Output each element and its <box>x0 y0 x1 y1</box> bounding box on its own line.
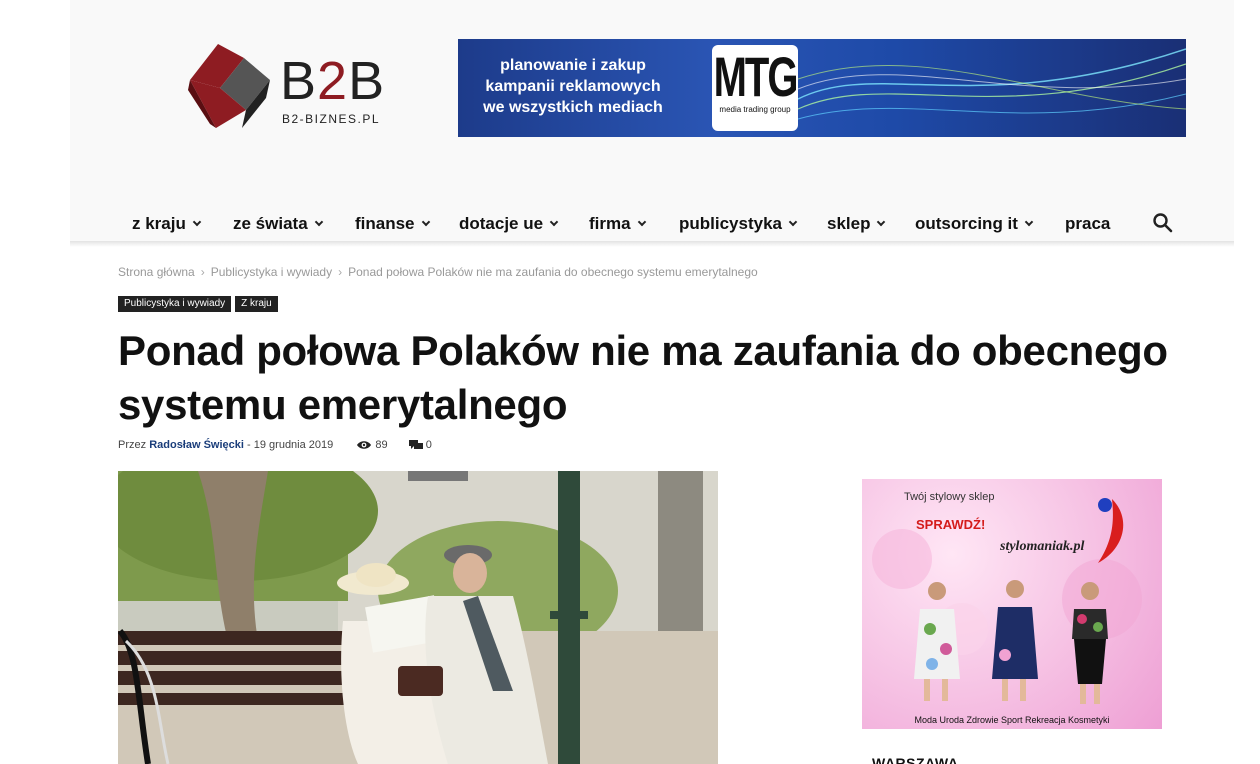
views-count: 89 <box>375 439 388 451</box>
chevron-down-icon <box>1024 217 1034 227</box>
by-label: Przez <box>118 439 147 451</box>
chevron-down-icon <box>637 217 646 227</box>
nav-item-firma[interactable]: firma <box>589 214 646 234</box>
article-title: Ponad połowa Polaków nie ma zaufania do … <box>118 327 1168 428</box>
nav-item-publicystyka[interactable]: publicystyka <box>679 214 798 234</box>
logo-subtitle: B2-BIZNES.PL <box>282 112 381 126</box>
nav-item-outsorcing-it[interactable]: outsorcing it <box>915 214 1034 234</box>
main-navigation: z kraju ze świata finanse dotacje ue fir… <box>70 204 1234 244</box>
nav-item-praca[interactable]: praca <box>1065 214 1110 234</box>
publish-date: 19 grudnia 2019 <box>253 439 334 451</box>
author-link[interactable]: Radosław Święcki <box>149 439 244 451</box>
ad-cta: SPRAWDŹ! <box>916 517 986 532</box>
breadcrumb-section-link[interactable]: Publicystyka i wywiady <box>211 265 332 279</box>
nav-item-finanse[interactable]: finanse <box>355 214 430 234</box>
chevron-down-icon <box>877 217 886 227</box>
ad-footer: Moda Uroda Zdrowie Sport Rekreacja Kosme… <box>914 715 1110 725</box>
banner-brand-logo: MTG media trading group <box>712 45 798 131</box>
article-featured-image <box>118 471 718 764</box>
breadcrumb-home-link[interactable]: Strona główna <box>118 265 195 279</box>
top-banner-ad[interactable]: planowanie i zakup kampanii reklamowych … <box>458 39 1186 137</box>
elderly-couple-bench-photo <box>118 471 718 764</box>
fashion-models-graphic <box>872 498 1142 704</box>
chevron-down-icon <box>421 217 430 227</box>
search-icon[interactable] <box>1152 212 1174 234</box>
logo-wordmark: B2B <box>280 51 386 111</box>
nav-divider <box>70 241 1234 247</box>
meta-dash: - <box>247 439 251 451</box>
sidebar-ad-stylomaniak[interactable]: Twój stylowy sklep SPRAWDŹ! stylomaniak.… <box>862 479 1162 729</box>
comments-icon[interactable] <box>408 439 423 451</box>
banner-text: planowanie i zakup kampanii reklamowych … <box>483 57 663 116</box>
nav-item-ze-swiata[interactable]: ze świata <box>233 214 323 234</box>
nav-item-z-kraju[interactable]: z kraju <box>132 214 202 234</box>
views-eye-icon <box>357 441 372 449</box>
nav-item-sklep[interactable]: sklep <box>827 214 886 234</box>
chevron-down-icon <box>549 217 559 227</box>
logo-mark-icon <box>188 44 270 128</box>
article-meta: Przez Radosław Święcki - 19 grudnia 2019… <box>118 439 432 451</box>
chevron-down-icon <box>788 217 798 227</box>
chevron-down-icon <box>314 217 323 227</box>
site-logo[interactable]: B2B B2-BIZNES.PL <box>186 40 406 132</box>
breadcrumb-current: Ponad połowa Polaków nie ma zaufania do … <box>348 265 758 279</box>
ad-brand: stylomaniak.pl <box>1000 539 1085 554</box>
ad-tagline: Twój stylowy sklep <box>904 491 995 503</box>
breadcrumb: Strona główna › Publicystyka i wywiady › Pon… <box>118 265 758 279</box>
comments-count[interactable]: 0 <box>426 439 432 451</box>
category-tags: Publicystyka i wywiady Z kraju <box>118 293 282 312</box>
tag-publicystyka[interactable]: Publicystyka i wywiady <box>118 296 232 312</box>
sidebar-weather-heading: WARSZAWA <box>872 755 959 764</box>
chevron-down-icon <box>192 217 202 227</box>
nav-item-dotacje-ue[interactable]: dotacje ue <box>459 214 559 234</box>
tag-z-kraju[interactable]: Z kraju <box>235 296 278 312</box>
